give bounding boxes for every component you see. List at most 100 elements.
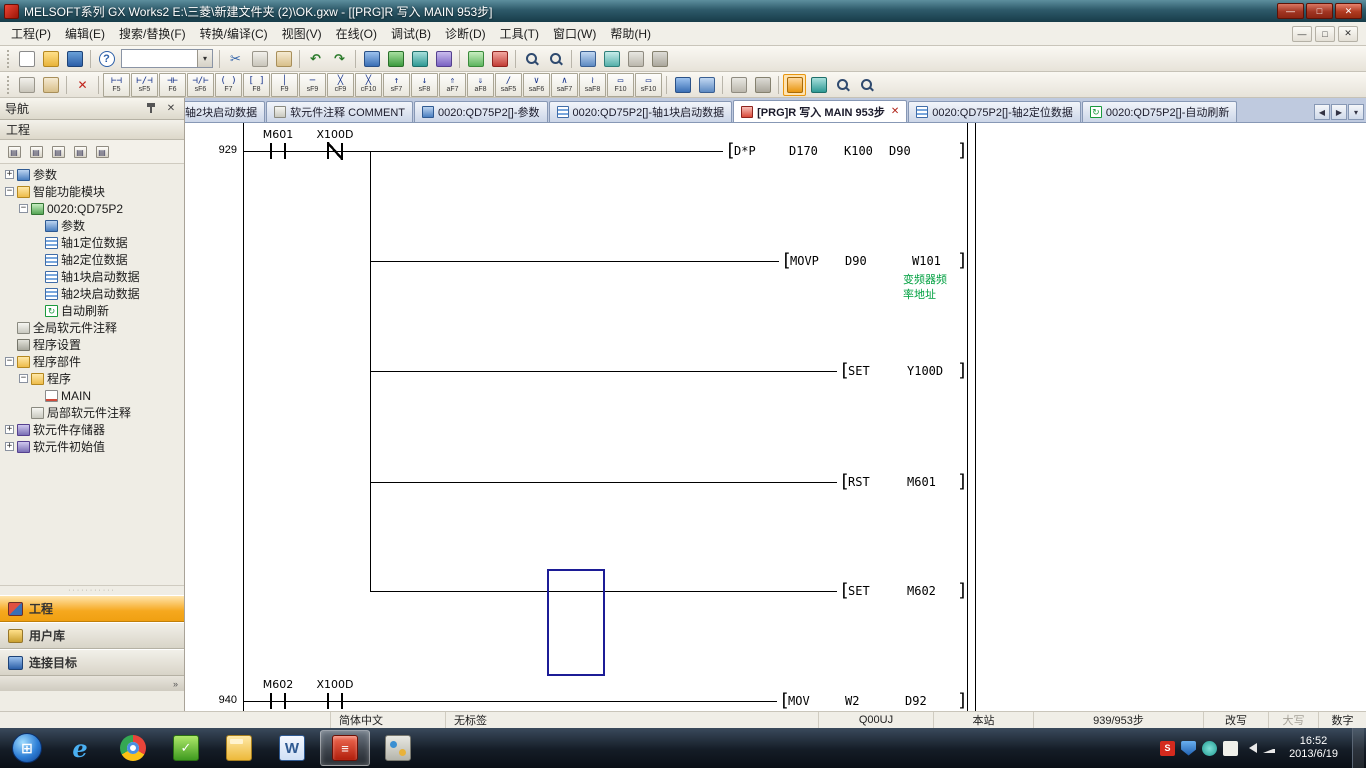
tree-item-3[interactable]: −0020:QD75P2 (0, 200, 184, 217)
ladder-symbol-button-sF5[interactable]: ⊢/⊣sF5 (131, 73, 158, 97)
tab-2[interactable]: 软元件注释 COMMENT (266, 101, 413, 122)
taskbar-clock[interactable]: 16:52 2013/6/19 (1281, 735, 1346, 761)
parameter-button[interactable] (576, 48, 599, 70)
maximize-button[interactable]: □ (1306, 3, 1333, 19)
ladder-symbol-button-sF9[interactable]: ─sF9 (299, 73, 326, 97)
instruction-text[interactable]: M601 (907, 475, 936, 489)
ladder-symbol-button-F5[interactable]: ⊢⊣F5 (103, 73, 130, 97)
tree-expander-icon[interactable]: − (5, 187, 14, 196)
tree-expander-icon[interactable]: + (5, 170, 14, 179)
zoom-in-button[interactable] (831, 74, 854, 96)
minimize-button[interactable]: — (1277, 3, 1304, 19)
ladder-symbol-button-F10[interactable]: ▭F10 (607, 73, 634, 97)
tab-scroll-left-button[interactable]: ◀ (1314, 104, 1330, 120)
instruction-text[interactable]: RST (848, 475, 870, 489)
white-tray-icon[interactable] (1223, 741, 1238, 756)
instruction-text[interactable]: K100 (844, 144, 873, 158)
ladder-symbol-button-aF7[interactable]: ⇑aF7 (439, 73, 466, 97)
instruction-text[interactable]: MOVP (790, 254, 819, 268)
nav-splitter[interactable]: ··········· (0, 585, 184, 595)
find-button[interactable] (520, 48, 543, 70)
read-mode-button[interactable] (807, 74, 830, 96)
ladder-edit-mode-button[interactable] (783, 74, 806, 96)
instruction-text[interactable]: D*P (734, 144, 756, 158)
tree-item-12[interactable]: −程序部件 (0, 353, 184, 370)
contact-bar[interactable] (284, 143, 286, 159)
child-minimize-button[interactable]: — (1292, 26, 1312, 42)
word-icon[interactable]: W (267, 730, 317, 766)
project-tree-sort-icon[interactable]: ▤ (26, 142, 46, 161)
ladder-symbol-button-F6[interactable]: ⊣⊢F6 (159, 73, 186, 97)
statement-edit-button[interactable] (727, 74, 750, 96)
close-button[interactable]: ✕ (1335, 3, 1362, 19)
combo-dropdown-icon[interactable]: ▾ (197, 50, 212, 67)
ladder-symbol-button-saF5[interactable]: ∕saF5 (495, 73, 522, 97)
new-project-button[interactable] (15, 48, 38, 70)
contact-device-label[interactable]: M601 (246, 128, 310, 141)
tree-item-15[interactable]: 局部软元件注释 (0, 404, 184, 421)
contact-bar[interactable] (341, 693, 343, 709)
child-restore-button[interactable]: □ (1315, 26, 1335, 42)
ladder-symbol-button-saF8[interactable]: ≀saF8 (579, 73, 606, 97)
contact-device-label[interactable]: M602 (246, 678, 310, 691)
tree-item-16[interactable]: +软元件存储器 (0, 421, 184, 438)
tab-1[interactable]: 轴2块启动数据 (185, 101, 265, 122)
convert-all-button[interactable] (695, 74, 718, 96)
instruction-text[interactable]: SET (848, 364, 870, 378)
undo-button[interactable]: ↶ (304, 48, 327, 70)
ladder-symbol-button-sF10[interactable]: ▭sF10 (635, 73, 662, 97)
nav-view-user-library-button[interactable]: 用户库 (0, 622, 184, 649)
tree-expander-icon[interactable]: + (5, 425, 14, 434)
contact-bar[interactable] (327, 693, 329, 709)
nav-collapse-chevron[interactable]: » (0, 676, 184, 691)
menu-item-6[interactable]: 在线(O) (329, 21, 384, 46)
tree-item-6[interactable]: 轴2定位数据 (0, 251, 184, 268)
open-project-button[interactable] (39, 48, 62, 70)
tree-item-7[interactable]: 轴1块启动数据 (0, 268, 184, 285)
tab-5[interactable]: [PRG]R 写入 MAIN 953步✕ (733, 100, 907, 122)
contact-bar[interactable] (270, 143, 272, 159)
instruction-text[interactable]: D92 (905, 694, 927, 708)
show-desktop-button[interactable] (1352, 728, 1364, 768)
menu-item-2[interactable]: 编辑(E) (58, 21, 112, 46)
device-list-button[interactable] (648, 48, 671, 70)
verify-with-plc-button[interactable] (408, 48, 431, 70)
tree-item-13[interactable]: −程序 (0, 370, 184, 387)
program-select-combo[interactable]: ▾ (121, 49, 213, 68)
zoom-out-button[interactable] (855, 74, 878, 96)
internet-explorer-icon[interactable]: e (55, 730, 105, 766)
instruction-text[interactable]: M602 (907, 584, 936, 598)
project-tree-find-icon[interactable]: ▤ (92, 142, 112, 161)
network-tray-icon[interactable] (1263, 743, 1275, 753)
child-close-button[interactable]: ✕ (1338, 26, 1358, 42)
convert-button[interactable] (671, 74, 694, 96)
project-data-list-button[interactable] (15, 74, 38, 96)
ladder-symbol-button-F9[interactable]: │F9 (271, 73, 298, 97)
menu-item-1[interactable]: 工程(P) (4, 21, 58, 46)
menu-item-5[interactable]: 视图(V) (275, 21, 329, 46)
menu-item-11[interactable]: 帮助(H) (603, 21, 658, 46)
edit-cursor[interactable] (547, 569, 605, 676)
save-project-button[interactable] (63, 48, 86, 70)
project-tree-data-icon[interactable]: ▤ (48, 142, 68, 161)
tree-item-2[interactable]: −智能功能模块 (0, 183, 184, 200)
write-to-plc-button[interactable] (360, 48, 383, 70)
tree-item-9[interactable]: ↻自动刷新 (0, 302, 184, 319)
ladder-symbol-button-saF6[interactable]: ∨saF6 (523, 73, 550, 97)
tree-expander-icon[interactable]: − (5, 357, 14, 366)
remote-operation-button[interactable] (432, 48, 455, 70)
instruction-text[interactable]: Y100D (907, 364, 943, 378)
tree-item-8[interactable]: 轴2块启动数据 (0, 285, 184, 302)
gx-works2-icon[interactable]: ≡ (320, 730, 370, 766)
ladder-symbol-button-F7[interactable]: ( )F7 (215, 73, 242, 97)
antivirus-tray-icon[interactable]: S (1160, 741, 1175, 756)
tree-expander-icon[interactable]: + (5, 442, 14, 451)
explorer-icon[interactable] (214, 730, 264, 766)
green-app-icon[interactable]: ✓ (161, 730, 211, 766)
contact-bar[interactable] (270, 693, 272, 709)
menu-item-7[interactable]: 调试(B) (384, 21, 438, 46)
tab-3[interactable]: 0020:QD75P2[]-参数 (414, 101, 548, 122)
tab-menu-button[interactable]: ▾ (1348, 104, 1364, 120)
tab-scroll-right-button[interactable]: ▶ (1331, 104, 1347, 120)
nav-close-icon[interactable]: ✕ (163, 101, 179, 116)
